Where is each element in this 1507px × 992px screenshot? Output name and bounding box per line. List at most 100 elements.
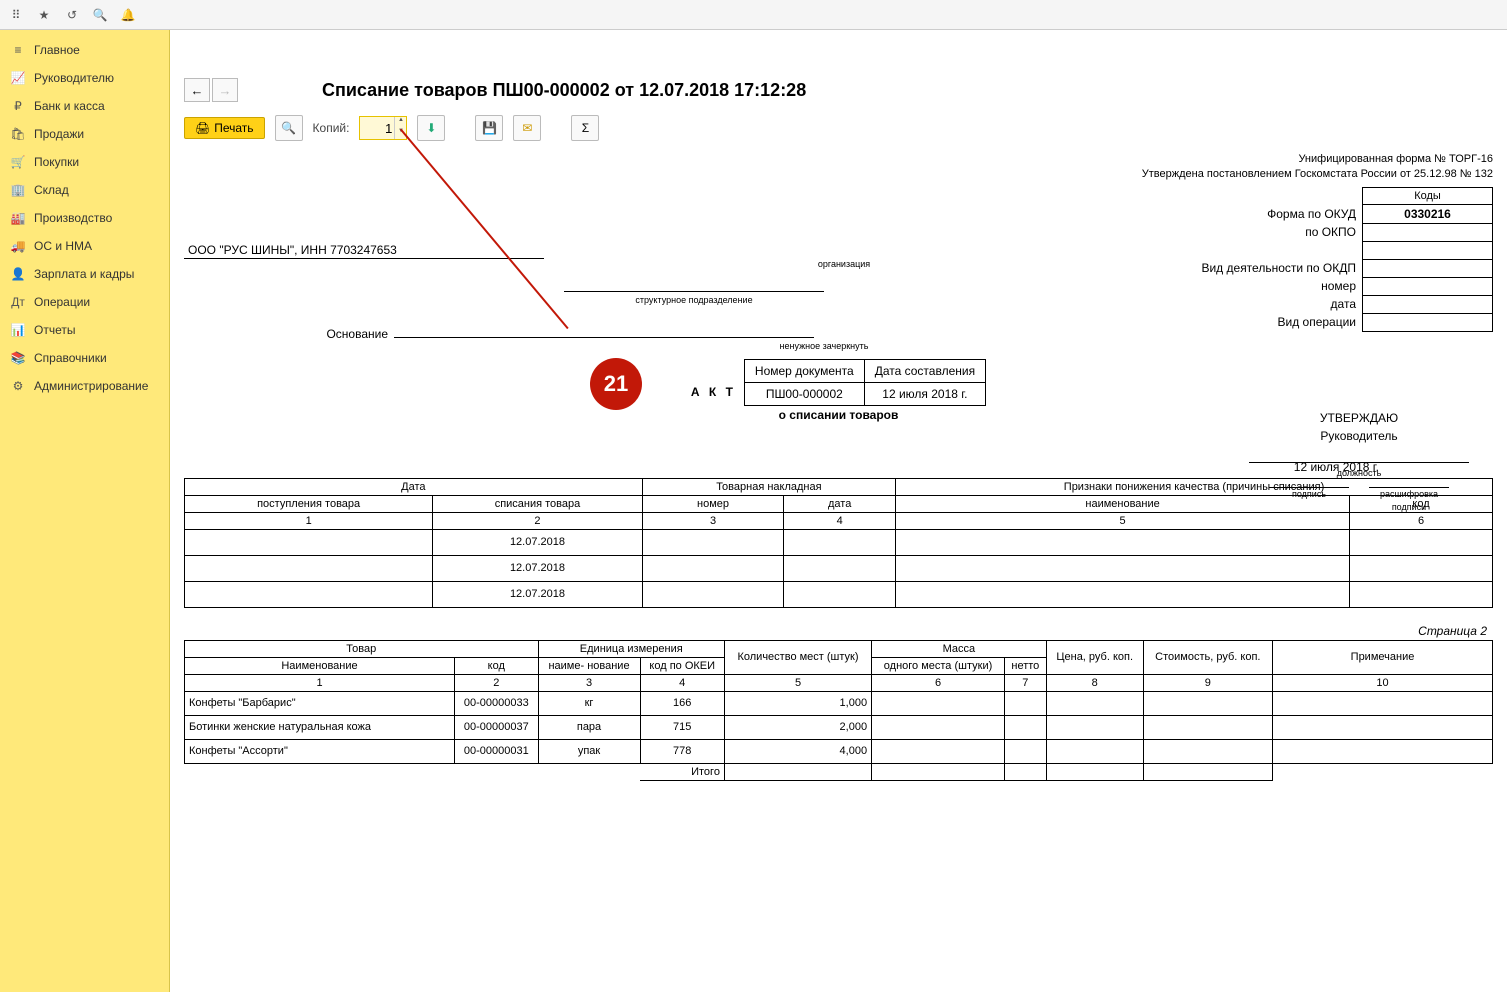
t1-cell xyxy=(784,555,896,581)
sum-button[interactable]: Σ xyxy=(571,115,599,141)
act-label: А К Т xyxy=(691,359,736,399)
sidebar-item[interactable]: 📚Справочники xyxy=(0,344,169,372)
t1-cell xyxy=(185,555,433,581)
t2-h-unit: Единица измерения xyxy=(538,640,724,657)
sidebar-item[interactable]: 🏭Производство xyxy=(0,204,169,232)
sidebar-icon: 🛒 xyxy=(10,155,26,169)
star-icon[interactable]: ★ xyxy=(36,7,52,23)
sidebar-icon: 👤 xyxy=(10,267,26,281)
sidebar-item[interactable]: ⚙Администрирование xyxy=(0,372,169,400)
date-label: дата xyxy=(1193,295,1362,313)
sidebar-label: Покупки xyxy=(34,155,79,169)
act-v-num: ПШ00-000002 xyxy=(744,382,864,405)
bell-icon[interactable]: 🔔 xyxy=(120,7,136,23)
okud-value: 0330216 xyxy=(1363,204,1493,223)
approve-cap-pos: должность xyxy=(1239,467,1479,481)
t1-n2: 2 xyxy=(433,512,642,529)
print-toolbar: 🖨 Печать 🔍 Копий: ▲▼ ⬇ 💾 ✉ Σ xyxy=(170,110,1507,146)
t1-h-date: Дата xyxy=(185,478,643,495)
t1-n3: 3 xyxy=(642,512,784,529)
t2-total-price xyxy=(1046,763,1143,780)
t1-n4: 4 xyxy=(784,512,896,529)
t2-h-okei: код по ОКЕИ xyxy=(640,657,724,674)
approve-title: УТВЕРЖДАЮ xyxy=(1239,409,1479,427)
t2-cell xyxy=(1004,739,1046,763)
sidebar-item[interactable]: 🛒 Покупки xyxy=(0,148,169,176)
t1-cell xyxy=(642,581,784,607)
sidebar-label: ОС и НМА xyxy=(34,239,92,253)
sidebar-label: Зарплата и кадры xyxy=(34,267,134,281)
number-label: номер xyxy=(1193,277,1362,295)
t1-cell xyxy=(1350,555,1493,581)
callout-badge: 21 xyxy=(590,358,642,410)
t2-cell: упак xyxy=(538,739,640,763)
document-title: Списание товаров ПШ00-000002 от 12.07.20… xyxy=(322,80,806,101)
sidebar-item[interactable]: ДтОперации xyxy=(0,288,169,316)
date-value xyxy=(1363,295,1493,313)
sidebar-icon: 📊 xyxy=(10,323,26,337)
sidebar-label: Администрирование xyxy=(34,379,148,393)
sidebar-item[interactable]: ≡ Главное xyxy=(0,36,169,64)
t2-cell xyxy=(1004,691,1046,715)
t1-cell xyxy=(642,529,784,555)
act-table: Номер документаДата составления ПШ00-000… xyxy=(744,359,986,406)
t2-h-price: Цена, руб. коп. xyxy=(1046,640,1143,674)
t2-cell: 00-00000033 xyxy=(455,691,539,715)
okpo-label: по ОКПО xyxy=(1193,223,1362,241)
t1-h-out: списания товара xyxy=(433,495,642,512)
t2-total-net xyxy=(1004,763,1046,780)
codes-head: Коды xyxy=(1363,187,1493,204)
sidebar-icon: ≡ xyxy=(10,43,26,57)
sidebar-icon: 📈 xyxy=(10,71,26,85)
history-icon[interactable]: ↺ xyxy=(64,7,80,23)
t2-cell xyxy=(1143,691,1272,715)
nav-back-button[interactable]: ← xyxy=(184,78,210,102)
t1-cell xyxy=(1350,581,1493,607)
t2-colnum: 1 xyxy=(185,674,455,691)
sidebar-item[interactable]: 🏢Склад xyxy=(0,176,169,204)
mail-button[interactable]: ✉ xyxy=(513,115,541,141)
sidebar-item[interactable]: 🚚 ОС и НМА xyxy=(0,232,169,260)
t2-cell: кг xyxy=(538,691,640,715)
subdiv-caption: структурное подразделение xyxy=(564,295,824,305)
t2-cell xyxy=(1273,739,1493,763)
t2-cell: 00-00000037 xyxy=(455,715,539,739)
export-button[interactable]: ⬇ xyxy=(417,115,445,141)
approve-cap-sign: подпись xyxy=(1269,488,1349,515)
t2-h-code: код xyxy=(455,657,539,674)
t1-n1: 1 xyxy=(185,512,433,529)
sidebar-item[interactable]: ₽Банк и касса xyxy=(0,92,169,120)
okdp-value xyxy=(1363,259,1493,277)
t2-cell xyxy=(1046,739,1143,763)
sidebar-label: Руководителю xyxy=(34,71,114,85)
sidebar-item[interactable]: 📈 Руководителю xyxy=(0,64,169,92)
codes-box: Коды Форма по ОКУД0330216 по ОКПО Вид де… xyxy=(1193,187,1493,332)
sidebar-item[interactable]: 📊Отчеты xyxy=(0,316,169,344)
t1-cell: 12.07.2018 xyxy=(433,581,642,607)
t1-h-d: дата xyxy=(784,495,896,512)
t2-cell: пара xyxy=(538,715,640,739)
apps-icon[interactable]: ⠿ xyxy=(8,7,24,23)
okpo-value xyxy=(1363,223,1493,241)
sidebar-icon: 🚚 xyxy=(10,239,26,253)
t2-cell xyxy=(872,715,1005,739)
t1-cell xyxy=(896,555,1350,581)
sidebar-item[interactable]: 🛍Продажи xyxy=(0,120,169,148)
preview-button[interactable]: 🔍 xyxy=(275,115,303,141)
sidebar-item[interactable]: 👤 Зарплата и кадры xyxy=(0,260,169,288)
t1-cell xyxy=(185,581,433,607)
sidebar-label: Главное xyxy=(34,43,80,57)
sidebar-label: Продажи xyxy=(34,127,84,141)
save-button[interactable]: 💾 xyxy=(475,115,503,141)
t2-cell: 715 xyxy=(640,715,724,739)
t2-cell: 4,000 xyxy=(724,739,871,763)
sidebar-icon: 🏢 xyxy=(10,183,26,197)
t2-colnum: 9 xyxy=(1143,674,1272,691)
search-icon[interactable]: 🔍 xyxy=(92,7,108,23)
nav-forward-button[interactable]: → xyxy=(212,78,238,102)
t2-cell: 00-00000031 xyxy=(455,739,539,763)
t1-cell xyxy=(642,555,784,581)
print-button[interactable]: 🖨 Печать xyxy=(184,117,265,139)
sidebar-label: Банк и касса xyxy=(34,99,105,113)
sidebar-label: Справочники xyxy=(34,351,107,365)
